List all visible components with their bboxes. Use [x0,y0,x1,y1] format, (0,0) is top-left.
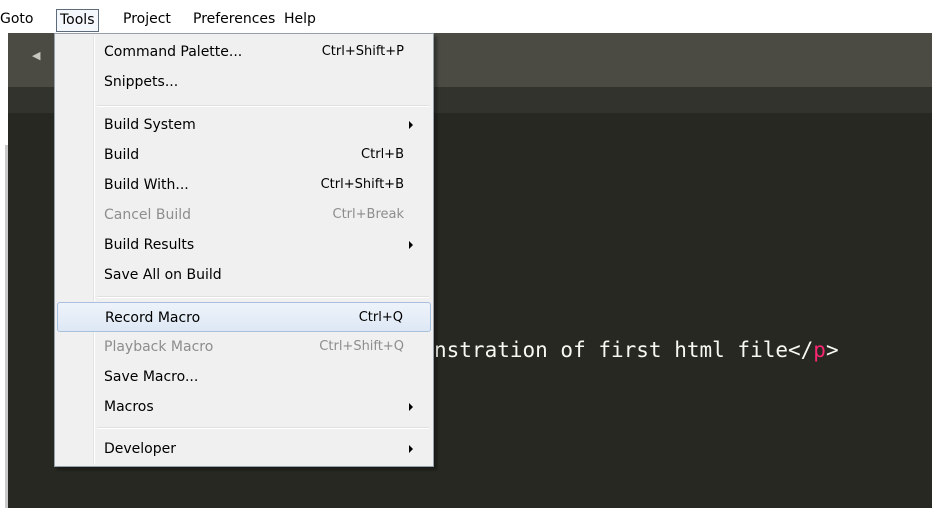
menu-item-shortcut: Ctrl+Shift+B [320,177,404,192]
menu-item-command-palette[interactable]: Command Palette... Ctrl+Shift+P [57,37,431,67]
submenu-arrow-icon [409,121,413,129]
menu-item-label: Build System [104,117,196,133]
menu-separator [97,427,429,429]
menu-item-label: Macros [104,399,154,415]
menu-bar: Goto Tools Project Preferences Help [0,0,932,33]
menu-item-label: Save Macro... [104,369,199,385]
submenu-arrow-icon [409,445,413,453]
menu-item-build-with[interactable]: Build With... Ctrl+Shift+B [57,170,431,200]
menu-item-shortcut: Ctrl+Shift+Q [319,339,404,354]
code-text-end: > [825,338,839,362]
menu-item-label: Save All on Build [104,267,222,283]
tab-scroll-left-icon[interactable]: ◀ [32,49,40,62]
menu-item-label: Record Macro [105,310,201,326]
menu-separator [97,105,429,107]
submenu-arrow-icon [409,241,413,249]
menu-item-cancel-build[interactable]: Cancel Build Ctrl+Break [57,200,431,230]
menu-item-label: Build [104,147,140,163]
menu-item-label: Playback Macro [104,339,214,355]
menu-item-build[interactable]: Build Ctrl+B [57,140,431,170]
menu-item-developer[interactable]: Developer [57,434,431,464]
menu-item-build-system[interactable]: Build System [57,110,431,140]
menu-item-label: Build Results [104,237,195,253]
menu-item-build-results[interactable]: Build Results [57,230,431,260]
menu-item-playback-macro[interactable]: Playback Macro Ctrl+Shift+Q [57,332,431,362]
menu-preferences[interactable]: Preferences [193,9,275,30]
menu-item-record-macro[interactable]: Record Macro Ctrl+Q [57,302,431,332]
menu-tools[interactable]: Tools [56,9,99,32]
menu-separator [97,296,429,298]
tools-menu-dropdown: Command Palette... Ctrl+Shift+P Snippets… [54,33,434,467]
menu-item-label: Developer [104,441,177,457]
menu-item-save-all-on-build[interactable]: Save All on Build [57,260,431,290]
menu-item-shortcut: Ctrl+Q [358,310,403,325]
menu-goto[interactable]: Goto [0,9,33,30]
menu-item-shortcut: Ctrl+Break [332,207,405,222]
menu-project[interactable]: Project [123,9,171,30]
menu-help[interactable]: Help [284,9,316,30]
menu-item-shortcut: Ctrl+Shift+P [321,44,404,59]
submenu-arrow-icon [409,403,413,411]
menu-item-snippets[interactable]: Snippets... [57,67,431,97]
code-line[interactable]: nstration of first html file</p> [434,338,839,362]
menu-item-save-macro[interactable]: Save Macro... [57,362,431,392]
window-left-edge [0,33,8,508]
code-text: nstration of first html file</ [434,338,814,362]
code-tag-name: p [813,338,826,362]
menu-item-label: Cancel Build [104,207,192,223]
menu-item-label: Build With... [104,177,189,193]
menu-item-label: Command Palette... [104,44,243,60]
menu-item-macros[interactable]: Macros [57,392,431,422]
menu-item-shortcut: Ctrl+B [361,147,404,162]
menu-item-label: Snippets... [104,74,179,90]
